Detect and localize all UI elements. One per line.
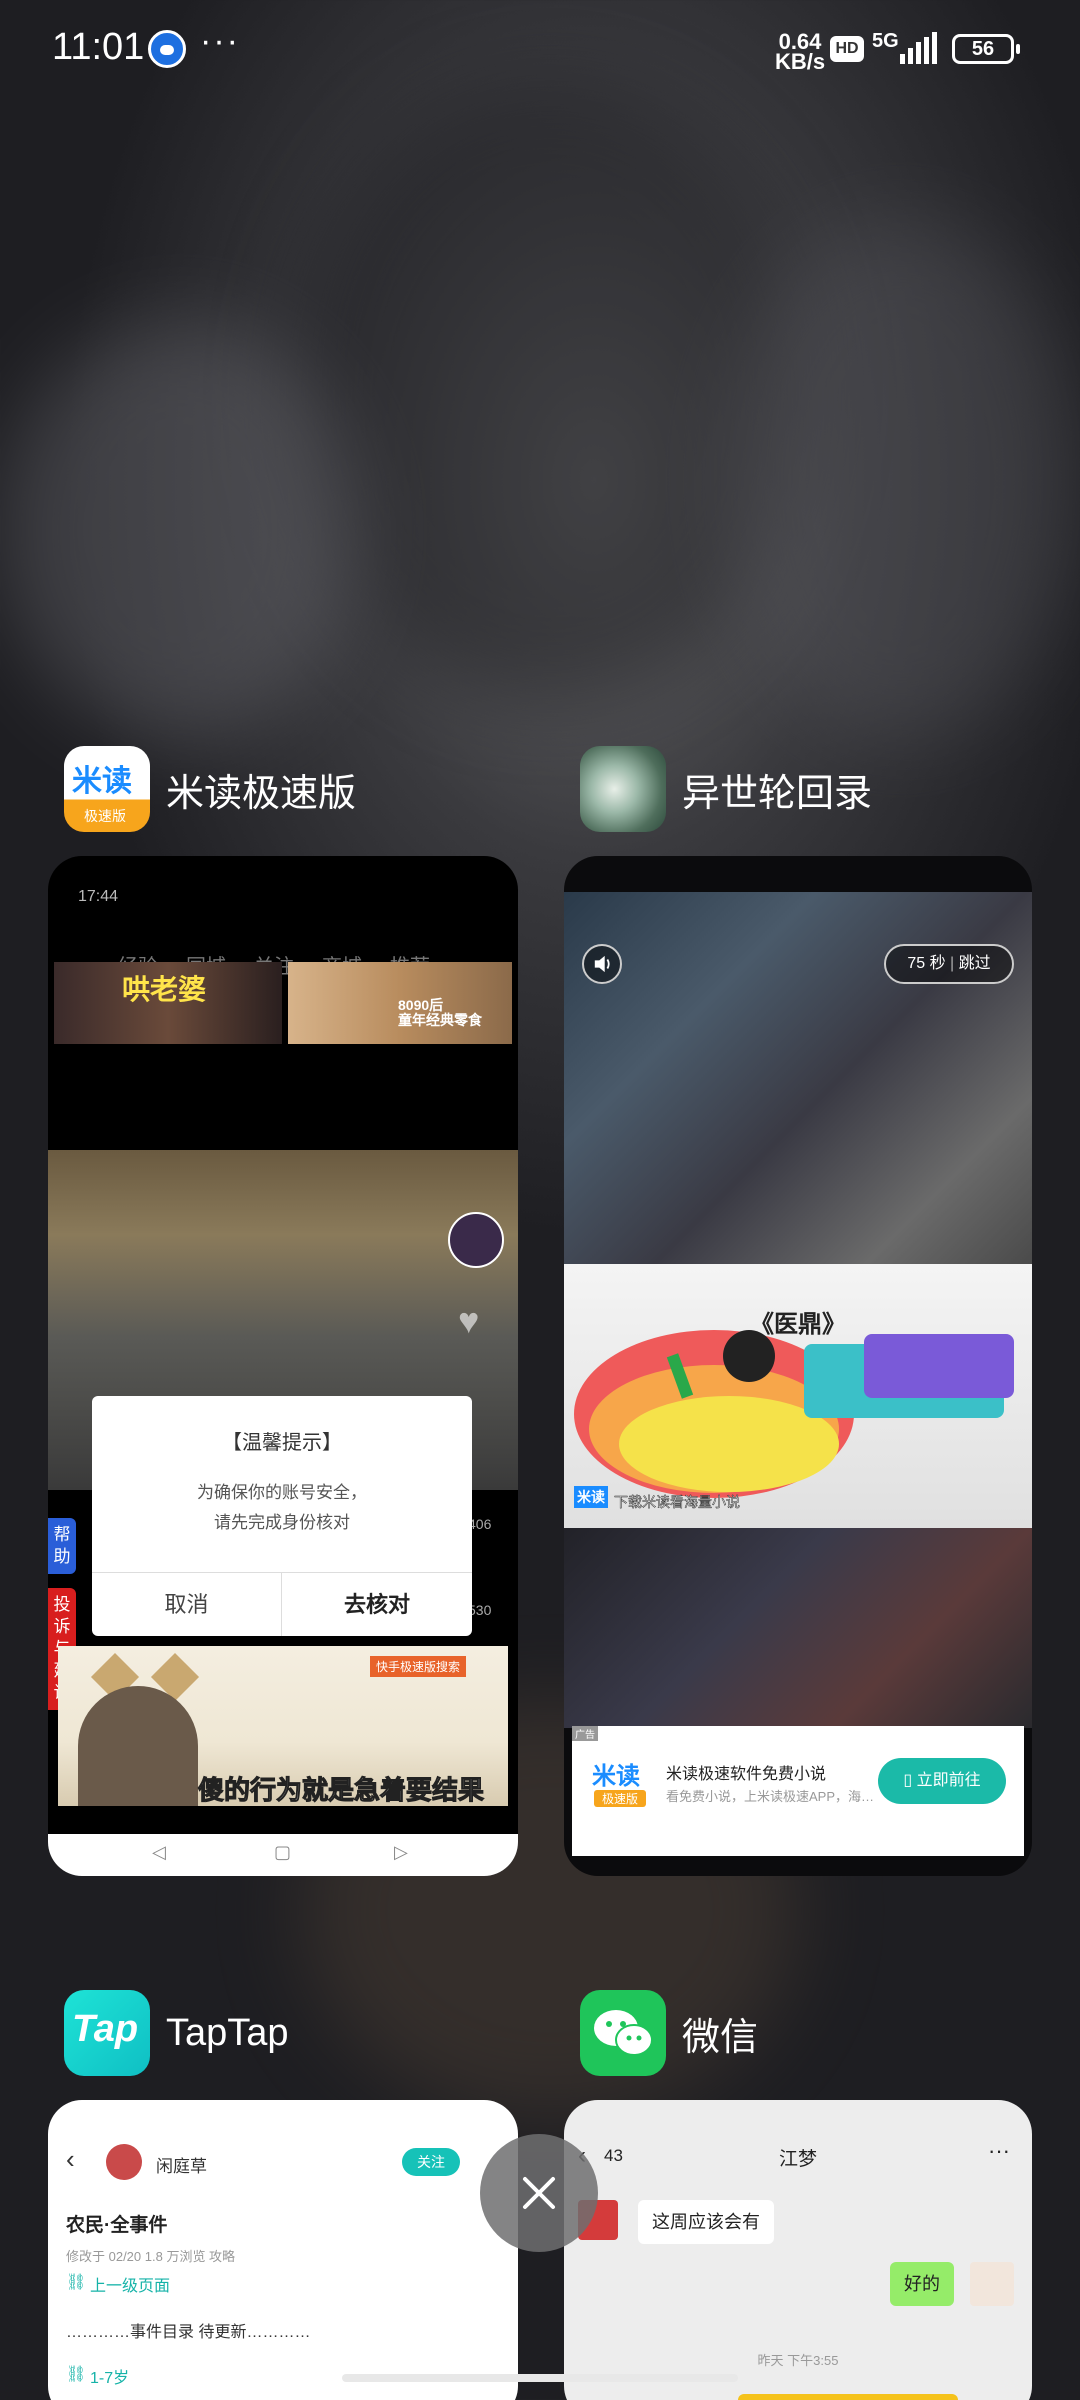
close-all-button[interactable] [480,2134,598,2252]
midu-status-time: 17:44 [78,888,119,905]
game-splash-art [564,1528,1032,1728]
ad-tag: 广告 [572,1726,598,1741]
app-card-taptap[interactable]: ‹ 闲庭草 关注 农民·全事件 修改于 02/20 1.8 万浏览 攻略 ⛓ 上… [48,2100,518,2400]
help-tab[interactable]: 帮助 [48,1518,76,1574]
post-body: …………事件目录 待更新………… [66,2324,311,2341]
home-nav-icon[interactable]: ▢ [274,1842,291,1863]
incoming-message[interactable]: 这周应该会有 [638,2200,774,2244]
author-avatar[interactable] [106,2144,142,2180]
app-card-wechat[interactable]: ‹ 43 江梦 ··· 这周应该会有 好的 昨天 下午3:55 [564,2100,1032,2400]
banner-subtitle: 下载米读看海量小说 [614,1494,741,1511]
wechat-app-icon [580,1990,666,2076]
app-card-game[interactable]: 75 秒 | 跳过 《医鼎》 米读 下载米读看海量小说 广告 米读 极速版 米读… [564,856,1032,1876]
app-name: TapTap [166,2011,289,2054]
dialog-message: 为确保你的账号安全， 请先完成身份核对 [92,1478,472,1538]
author-name: 闲庭草 [156,2157,207,2176]
cta-label: 立即前往 [916,1772,981,1789]
video-thumbnail[interactable]: 哄老婆 [54,962,282,1044]
more-notifications-icon: ··· [200,22,240,60]
taptap-icon-text: Tap [72,2008,139,2050]
wallpaper-blur [0,320,360,740]
verify-button[interactable]: 去核对 [282,1572,472,1636]
taptap-app-icon: Tap [64,1990,150,2076]
scholar-figure [78,1686,198,1806]
battery-icon: 56 [952,34,1020,64]
novel-ad-banner[interactable]: 《医鼎》 米读 下载米读看海量小说 [564,1264,1032,1528]
app-header-game[interactable]: 异世轮回录 [580,744,872,834]
verification-dialog: 【温馨提示】 为确保你的账号安全， 请先完成身份核对 取消 去核对 [92,1396,472,1636]
app-header-wechat[interactable]: 微信 [580,1988,758,2078]
recents-nav-icon[interactable]: ▷ [394,1842,408,1863]
app-card-midu[interactable]: 17:44 经验 同城 关注 商城 推荐 哄老婆 8090后 童年经典零食 ♥ … [48,856,518,1876]
dialog-message-line: 请先完成身份核对 [214,1513,350,1532]
message-preview-bar [738,2394,958,2400]
system-nav-bar: ◁ ▢ ▷ [48,1834,518,1876]
outgoing-message[interactable]: 好的 [890,2262,954,2306]
app-header-taptap[interactable]: Tap TapTap [64,1988,289,2078]
app-name: 微信 [682,2016,759,2059]
skip-ad-button[interactable]: 75 秒 | 跳过 [884,944,1014,984]
midu-app-icon: 米读 极速版 [64,746,150,832]
age-link[interactable]: 1-7岁 [90,2364,129,2388]
dialog-message-line: 为确保你的账号安全， [197,1483,367,1502]
author-avatar[interactable] [448,1212,504,1268]
signal-icon [900,32,937,64]
close-icon [523,2177,555,2209]
like-icon[interactable]: ♥ [458,1300,479,1342]
skip-label: 跳过 [958,955,991,972]
ad-video[interactable]: 快手极速版搜索 傻的行为就是急着要结果 [58,1646,508,1806]
link-icon: ⛓ [66,2274,87,2291]
cancel-button[interactable]: 取消 [92,1572,282,1636]
banner-title: 《医鼎》 [750,1311,846,1338]
ad-title: 米读极速软件免费小说 [666,1766,827,1783]
ad-video-banner: 快手极速版搜索 [370,1656,467,1677]
video-thumbnail[interactable]: 8090后 童年经典零食 [288,962,512,1044]
midu-icon-subtext: 极速版 [84,808,126,824]
app-name: 米读极速版 [166,772,357,815]
ad-logo-subtext: 极速版 [594,1790,646,1807]
back-icon[interactable]: ‹ [66,2144,75,2175]
help-tab-label: 帮助 [53,1525,71,1566]
link-icon: ⛓ [66,2366,87,2383]
app-download-ad[interactable]: 广告 米读 极速版 米读极速软件免费小说 看免费小说，上米读极速APP，海量小说… [572,1726,1024,1856]
app-header-midu[interactable]: 米读 极速版 米读极速版 [64,744,356,834]
app-name: 异世轮回录 [682,772,873,815]
thumbnail-caption: 8090后 童年经典零食 [398,997,482,1028]
network-speed: 0.64 KB/s [774,29,826,74]
midu-status-bar: 17:44 [48,886,518,926]
status-time: 11:01 [52,26,145,68]
post-title: 农民·全事件 [66,2215,168,2236]
hd-voice-icon: HD [830,36,864,62]
ad-video-caption: 傻的行为就是急着要结果 [197,1775,485,1806]
phone-icon: ▯ [903,1772,917,1789]
go-now-button[interactable]: ▯ 立即前往 [878,1758,1006,1804]
chat-title: 江梦 [778,2149,817,2170]
ad-logo-text: 米读 [592,1763,640,1790]
midu-icon-text: 米读 [72,765,132,798]
ad-subtitle: 看免费小说，上米读极速APP，海量小说免费看 [666,1789,878,1804]
sound-toggle-icon[interactable] [582,944,622,984]
message-timestamp: 昨天 下午3:55 [757,2353,839,2368]
post-meta: 修改于 02/20 1.8 万浏览 攻略 [66,2249,236,2264]
countdown-label: 75 秒 [907,955,946,972]
more-icon[interactable]: ··· [988,2138,1010,2164]
banner-logo: 米读 [574,1486,608,1508]
network-type: 5G [872,30,899,52]
status-bar: 11:01 ··· 0.64 KB/s HD 5G 56 [0,0,1080,100]
ad-app-logo: 米读 极速版 [586,1752,654,1812]
notification-app-icon [148,30,186,68]
back-nav-icon[interactable]: ◁ [152,1842,166,1863]
parent-page-link[interactable]: 上一级页面 [90,2272,170,2296]
dialog-title: 【温馨提示】 [222,1432,342,1454]
my-avatar[interactable] [970,2262,1014,2306]
wallpaper-blur [720,220,1080,740]
thumbnail-caption: 哄老婆 [122,974,207,1005]
game-app-icon [580,746,666,832]
follow-button[interactable]: 关注 [402,2148,460,2176]
home-indicator[interactable] [342,2374,738,2382]
